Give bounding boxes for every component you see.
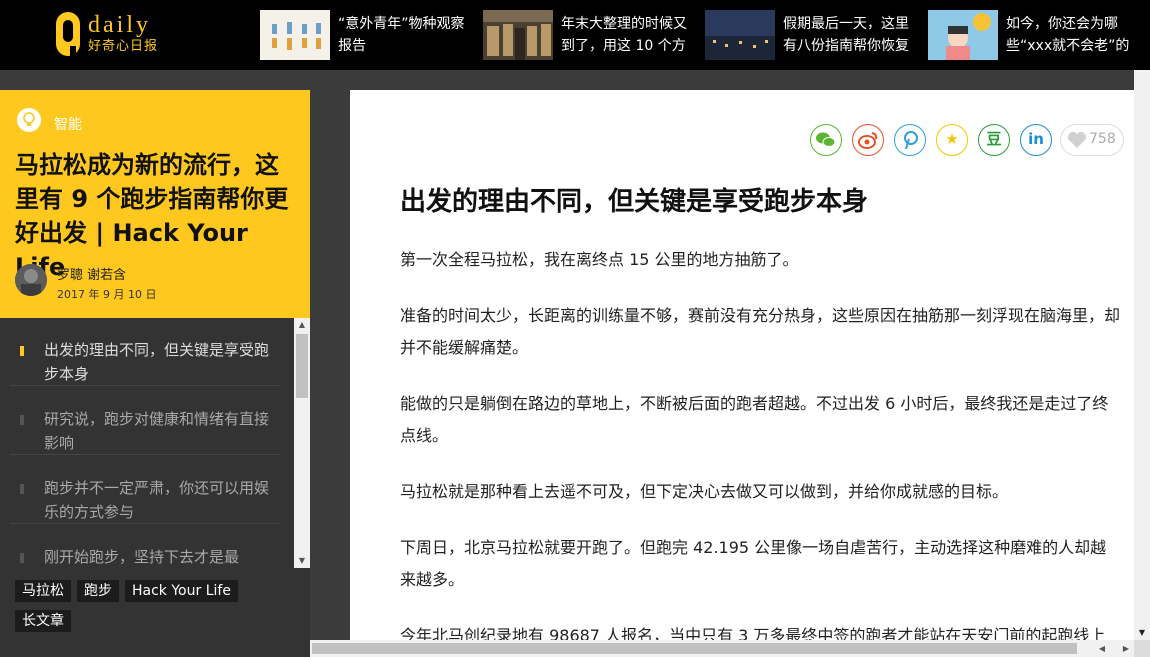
logo-wordmark: daily [88,12,151,38]
author-names[interactable]: 罗聰 谢若含 [57,264,126,283]
tag-marathon[interactable]: 马拉松 [15,580,71,602]
scroll-up-arrow-icon[interactable]: ▲ [294,318,310,332]
header-news-item[interactable]: “意外青年”物种观察报告 [260,10,470,60]
article-paragraph: 第一次全程马拉松，我在离终点 15 公里的地方抽筋了。 [400,250,799,269]
news-thumbnail-image [705,10,775,60]
scrollbar-thumb[interactable] [312,643,1077,654]
section-heading: 出发的理由不同，但关键是享受跑步本身 [400,187,869,217]
header-news-item[interactable]: 假期最后一天，这里有八份指南帮你恢复 [705,10,915,60]
scrollbar-corner [1134,640,1150,657]
category-label[interactable]: 智能 [54,114,82,134]
scroll-left-arrow-icon[interactable]: ◀ [1094,640,1110,657]
news-headline: 假期最后一天，这里有八份指南帮你恢复 [783,16,909,54]
toc-item-label: 跑步并不一定严肃，你还可以用娱乐的方式参与 [44,479,270,521]
heart-icon [1068,132,1086,148]
page-scrollbar[interactable]: ▼ [1134,70,1150,640]
publish-date: 2017 年 9 月 10 日 [57,288,157,301]
like-button[interactable]: 758 [1060,124,1124,156]
scroll-down-arrow-icon[interactable]: ▼ [1134,626,1150,640]
toc-marker [20,553,24,563]
tag-long-read[interactable]: 长文章 [15,610,71,632]
qdaily-logo[interactable]: daily 好奇心日报 [50,12,170,58]
tag-running[interactable]: 跑步 [77,580,119,602]
pinterest-share-icon[interactable] [894,124,926,156]
avatar[interactable] [15,264,47,296]
toc-item-label: 研究说，跑步对健康和情绪有直接影响 [44,410,270,452]
toc-item[interactable]: 刚开始跑步，坚持下去才是最 [10,525,280,568]
toc-item-label: 出发的理由不同，但关键是享受跑步本身 [44,341,270,383]
wechat-share-icon[interactable] [810,124,842,156]
news-thumbnail-image [260,10,330,60]
tag-list: 马拉松 跑步 Hack Your Life 长文章 [15,580,295,640]
news-headline: “意外青年”物种观察报告 [338,16,465,54]
article-paragraph: 准备的时间太少，长距离的训练量不够，赛前没有充分热身，这些原因在抽筋那一刻浮现在… [400,306,1121,357]
table-of-contents: 出发的理由不同，但关键是享受跑步本身 研究说，跑步对健康和情绪有直接影响 跑步并… [0,318,294,568]
scrollbar-thumb[interactable] [296,334,308,398]
scroll-down-arrow-icon[interactable]: ▼ [294,554,310,568]
like-count: 758 [1089,131,1116,147]
toc-marker [20,346,24,356]
article-paragraph: 马拉松就是那种看上去遥不可及，但下定决心去做又可以做到，并给你成就感的目标。 [400,482,1009,501]
scroll-right-arrow-icon[interactable]: ▶ [1118,640,1134,657]
news-thumbnail-image [483,10,553,60]
article-hero: 智能 马拉松成为新的流行，这里有 9 个跑步指南帮你更好出发 | Hack Yo… [0,90,310,318]
lightbulb-icon [17,108,41,132]
qzone-share-icon[interactable]: ★ [936,124,968,156]
top-bar: daily 好奇心日报 “意外青年”物种观察报告 年末大整理的时候又到了，用这 … [0,0,1150,70]
article-paragraph: 下周日，北京马拉松就要开跑了。但跑完 42.195 公里像一场自虐苦行，主动选择… [400,538,1107,589]
article-body: 第一次全程马拉松，我在离终点 15 公里的地方抽筋了。 准备的时间太少，长距离的… [400,244,1120,640]
article-paragraph: 今年北马创纪录地有 98687 人报名，当中只有 3 万多最终中签的跑者才能站在… [400,626,1106,640]
article-sidebar: 智能 马拉松成为新的流行，这里有 9 个跑步指南帮你更好出发 | Hack Yo… [0,90,310,657]
douban-share-icon[interactable]: 豆 [978,124,1010,156]
share-bar: ★ 豆 in 758 [810,124,1124,158]
toc-item-label: 刚开始跑步，坚持下去才是最 [44,548,240,566]
news-thumbnail-image [928,10,998,60]
weibo-share-icon[interactable] [852,124,884,156]
linkedin-share-icon[interactable]: in [1020,124,1052,156]
article-paragraph: 能做的只是躺倒在路边的草地上，不断被后面的跑者超越。不过出发 6 小时后，最终我… [400,394,1109,445]
logo-q-mark [56,12,80,56]
toc-item[interactable]: 出发的理由不同，但关键是享受跑步本身 [10,318,280,386]
toc-item[interactable]: 研究说，跑步对健康和情绪有直接影响 [10,387,280,455]
toc-marker [20,415,24,425]
header-news-item[interactable]: 年末大整理的时候又到了，用这 10 个方 [483,10,693,60]
horizontal-scrollbar[interactable]: ◀ ▶ [310,640,1134,657]
toc-item[interactable]: 跑步并不一定严肃，你还可以用娱乐的方式参与 [10,456,280,524]
tag-hack-your-life[interactable]: Hack Your Life [125,580,238,602]
toc-scrollbar[interactable]: ▲ ▼ [294,318,310,568]
news-headline: 年末大整理的时候又到了，用这 10 个方 [561,16,687,54]
logo-subtitle: 好奇心日报 [88,39,159,54]
article-content: ★ 豆 in 758 出发的理由不同，但关键是享受跑步本身 第一次全程马拉松，我… [350,90,1134,640]
news-headline: 如今，你还会为哪些“xxx就不会老”的真 [1006,16,1130,54]
header-news-item[interactable]: 如今，你还会为哪些“xxx就不会老”的真 [928,10,1138,60]
toc-marker [20,484,24,494]
